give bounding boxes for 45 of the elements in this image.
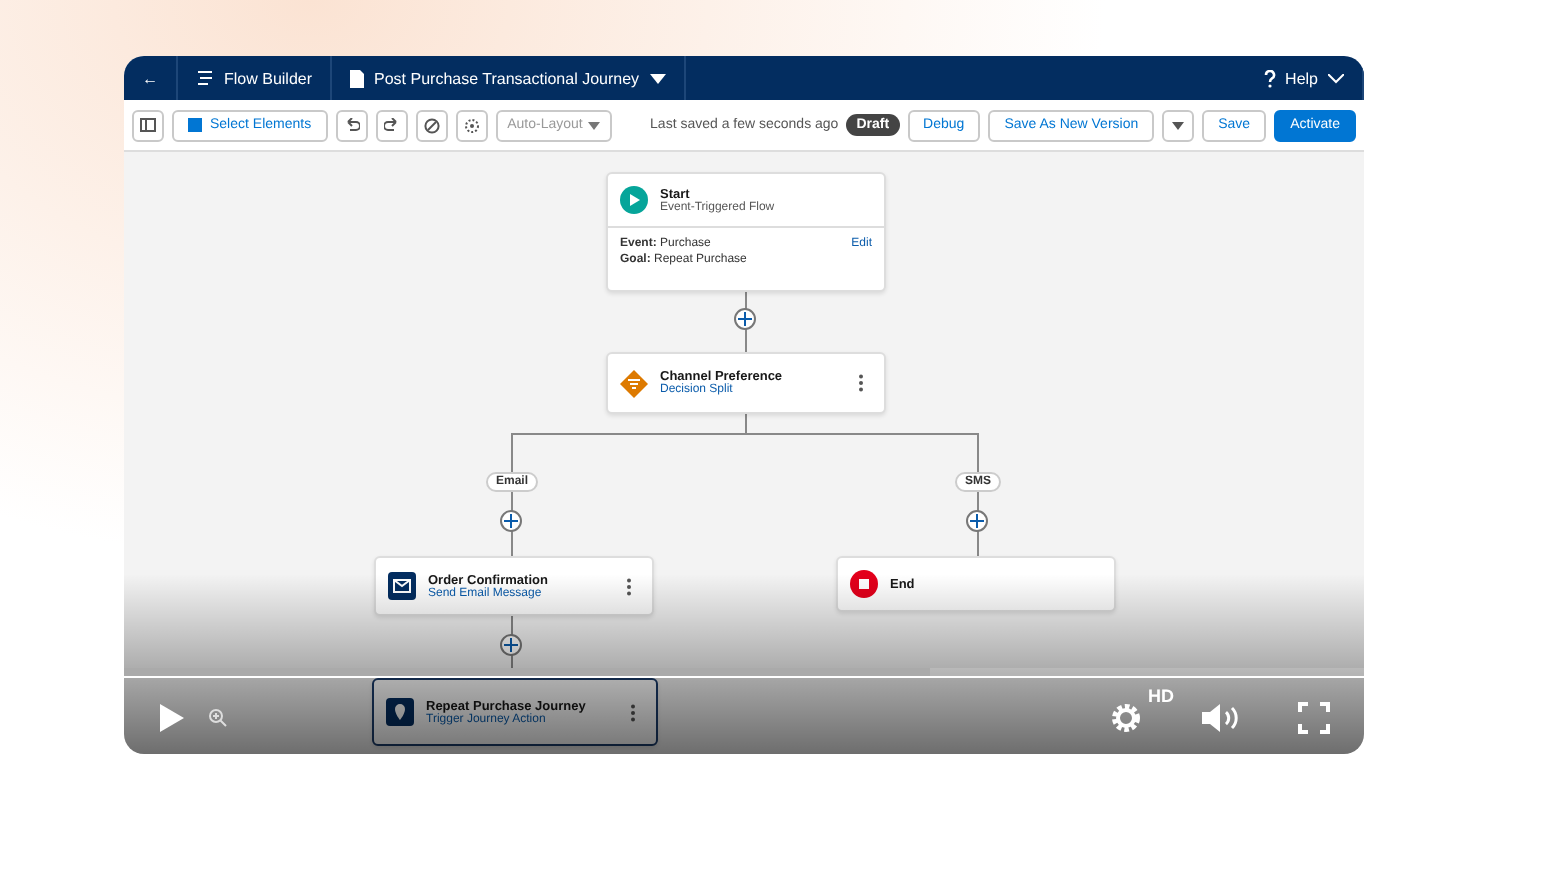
plus-icon bbox=[504, 514, 518, 528]
play-button[interactable] bbox=[158, 702, 186, 734]
caret-icon bbox=[1172, 121, 1185, 129]
undo-icon bbox=[343, 118, 360, 132]
zoom-in-icon[interactable] bbox=[208, 708, 228, 728]
app-name: Flow Builder bbox=[224, 69, 313, 87]
select-icon bbox=[188, 118, 202, 132]
caret-icon bbox=[587, 121, 600, 129]
volume-icon[interactable] bbox=[1200, 702, 1244, 734]
envelope-icon bbox=[388, 572, 416, 600]
dropdown-button[interactable] bbox=[1162, 109, 1195, 141]
cancel-button[interactable] bbox=[415, 109, 448, 141]
panel-icon bbox=[140, 118, 156, 132]
flow-icon bbox=[196, 70, 214, 86]
play-icon bbox=[620, 186, 648, 214]
settings-button[interactable] bbox=[455, 109, 488, 141]
gear-icon bbox=[463, 117, 480, 133]
chevron-icon[interactable] bbox=[1328, 73, 1344, 83]
add-element-button[interactable] bbox=[966, 510, 988, 532]
caret-icon[interactable] bbox=[649, 73, 666, 83]
redo-button[interactable] bbox=[375, 109, 408, 141]
back-button[interactable]: ← bbox=[142, 69, 158, 87]
add-element-button[interactable] bbox=[500, 510, 522, 532]
settings-icon[interactable] bbox=[1110, 702, 1142, 734]
panel-toggle-button[interactable] bbox=[132, 109, 164, 141]
more-icon[interactable] bbox=[626, 577, 632, 595]
quality-label: HD bbox=[1148, 686, 1174, 706]
fullscreen-icon[interactable] bbox=[1298, 702, 1330, 734]
undo-button[interactable] bbox=[335, 109, 368, 141]
more-icon[interactable] bbox=[630, 703, 636, 721]
add-element-button[interactable] bbox=[734, 308, 756, 330]
flow-name[interactable]: Post Purchase Transactional Journey bbox=[374, 69, 640, 87]
plus-icon bbox=[738, 312, 752, 326]
stop-icon bbox=[850, 570, 878, 598]
add-element-button[interactable] bbox=[500, 634, 522, 656]
plus-icon bbox=[504, 638, 518, 652]
prohibited-icon bbox=[423, 117, 440, 133]
plus-icon bbox=[970, 514, 984, 528]
document-icon bbox=[350, 69, 365, 87]
help-icon[interactable] bbox=[1263, 69, 1276, 87]
location-pin-icon bbox=[386, 698, 414, 726]
more-icon[interactable] bbox=[858, 374, 864, 392]
redo-icon bbox=[383, 118, 400, 132]
decision-icon bbox=[620, 369, 648, 397]
help-link[interactable]: Help bbox=[1285, 69, 1318, 87]
